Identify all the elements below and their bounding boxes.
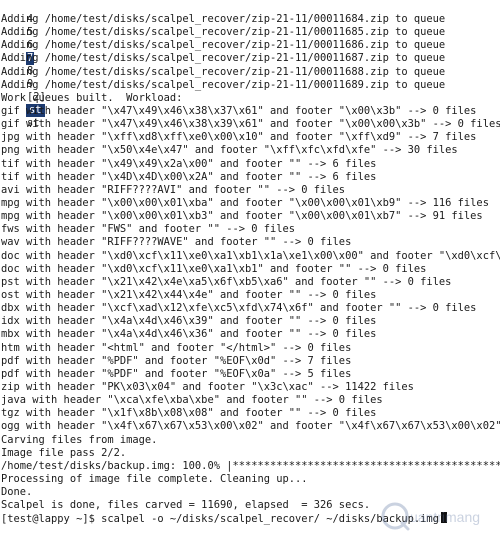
output-line: Adding /home/test/disks/scalpel_recover/…: [1, 39, 446, 52]
output-line: mpg with header "\x00\x00\x01\xb3" and f…: [1, 210, 483, 223]
output-line: ogg with header "\x4f\x67\x67\x53\x00\x0…: [1, 420, 500, 433]
output-line: ost with header "\x21\x42\x44\x4e" and f…: [1, 288, 377, 301]
output-line: Adding /home/test/disks/scalpel_recover/…: [1, 78, 446, 91]
output-line: Processing of image file complete. Clean…: [1, 472, 308, 485]
watermark-text: uantrimang: [410, 509, 480, 525]
output-line: mbx with header "\x4a\x4d\x46\x36" and f…: [1, 328, 377, 341]
output-line: Work queues built. Workload:: [1, 91, 183, 104]
output-line: gif with header "\x47\x49\x46\x38\x37\x6…: [1, 104, 477, 117]
output-line: mpg with header "\x00\x00\x01\xba" and f…: [1, 196, 489, 209]
output-line: Adding /home/test/disks/scalpel_recover/…: [1, 65, 446, 78]
output-line: doc with header "\xd0\xcf\x11\xe0\xa1\xb…: [1, 262, 427, 275]
output-line: Adding /home/test/disks/scalpel_recover/…: [1, 13, 446, 25]
output-line: idx with header "\x4a\x4d\x46\x39" and f…: [1, 315, 377, 328]
output-line: Carving files from image.: [1, 433, 158, 446]
quantrimang-watermark-logo: uantrimang: [381, 502, 480, 531]
output-line: pdf with header "%PDF" and footer "%EOF\…: [1, 367, 352, 380]
output-line: tif with header "\x4D\x4D\x00\x2A" and f…: [1, 170, 377, 183]
command-text: [test@lappy ~]$ scalpel -o ~/disks/scalp…: [1, 513, 439, 526]
tag-bar: 4 5 6 7 8 9 [2] st st: [0, 0, 500, 129]
output-line: java with header "\xca\xfe\xba\xbe" and …: [1, 394, 383, 407]
output-line: pdf with header "%PDF" and footer "%EOF\…: [1, 354, 352, 367]
output-line: wav with header "RIFF????WAVE" and foote…: [1, 236, 352, 249]
terminal-output: Adding /home/test/disks/scalpel_recover/…: [0, 13, 500, 525]
output-line: tgz with header "\x1f\x8b\x08\x08" and f…: [1, 407, 377, 420]
output-line: Adding /home/test/disks/scalpel_recover/…: [1, 52, 446, 65]
output-line: Image file pass 2/2.: [1, 446, 127, 459]
output-line: avi with header "RIFF????AVI" and footer…: [1, 183, 346, 196]
output-line: jpg with header "\xff\xd8\xff\xe0\x00\x1…: [1, 131, 477, 144]
output-line: tif with header "\x49\x49\x2a\x00" and f…: [1, 157, 377, 170]
terminal-window[interactable]: 4 5 6 7 8 9 [2] st st Adding /home/test/…: [0, 0, 500, 551]
output-line: Done.: [1, 486, 33, 499]
output-line: doc with header "\xd0\xcf\x11\xe0\xa1\xb…: [1, 249, 500, 262]
output-line: gif with header "\x47\x49\x46\x38\x39\x6…: [1, 118, 500, 131]
progress-line: /home/test/disks/backup.img: 100.0% |***…: [1, 459, 500, 472]
output-line: Adding /home/test/disks/scalpel_recover/…: [1, 26, 446, 39]
output-line: fws with header "FWS" and footer "" --> …: [1, 223, 296, 236]
output-line: png with header "\x50\x4e\x47" and foote…: [1, 144, 458, 157]
output-line: pst with header "\x21\x42\x4e\xa5\x6f\xb…: [1, 275, 452, 288]
output-line: dbx with header "\xcf\xad\x12\xfe\xc5\xf…: [1, 302, 477, 315]
output-line: zip with header "PK\x03\x04" and footer …: [1, 380, 414, 393]
output-line: htm with header "<html" and footer "</ht…: [1, 341, 352, 354]
